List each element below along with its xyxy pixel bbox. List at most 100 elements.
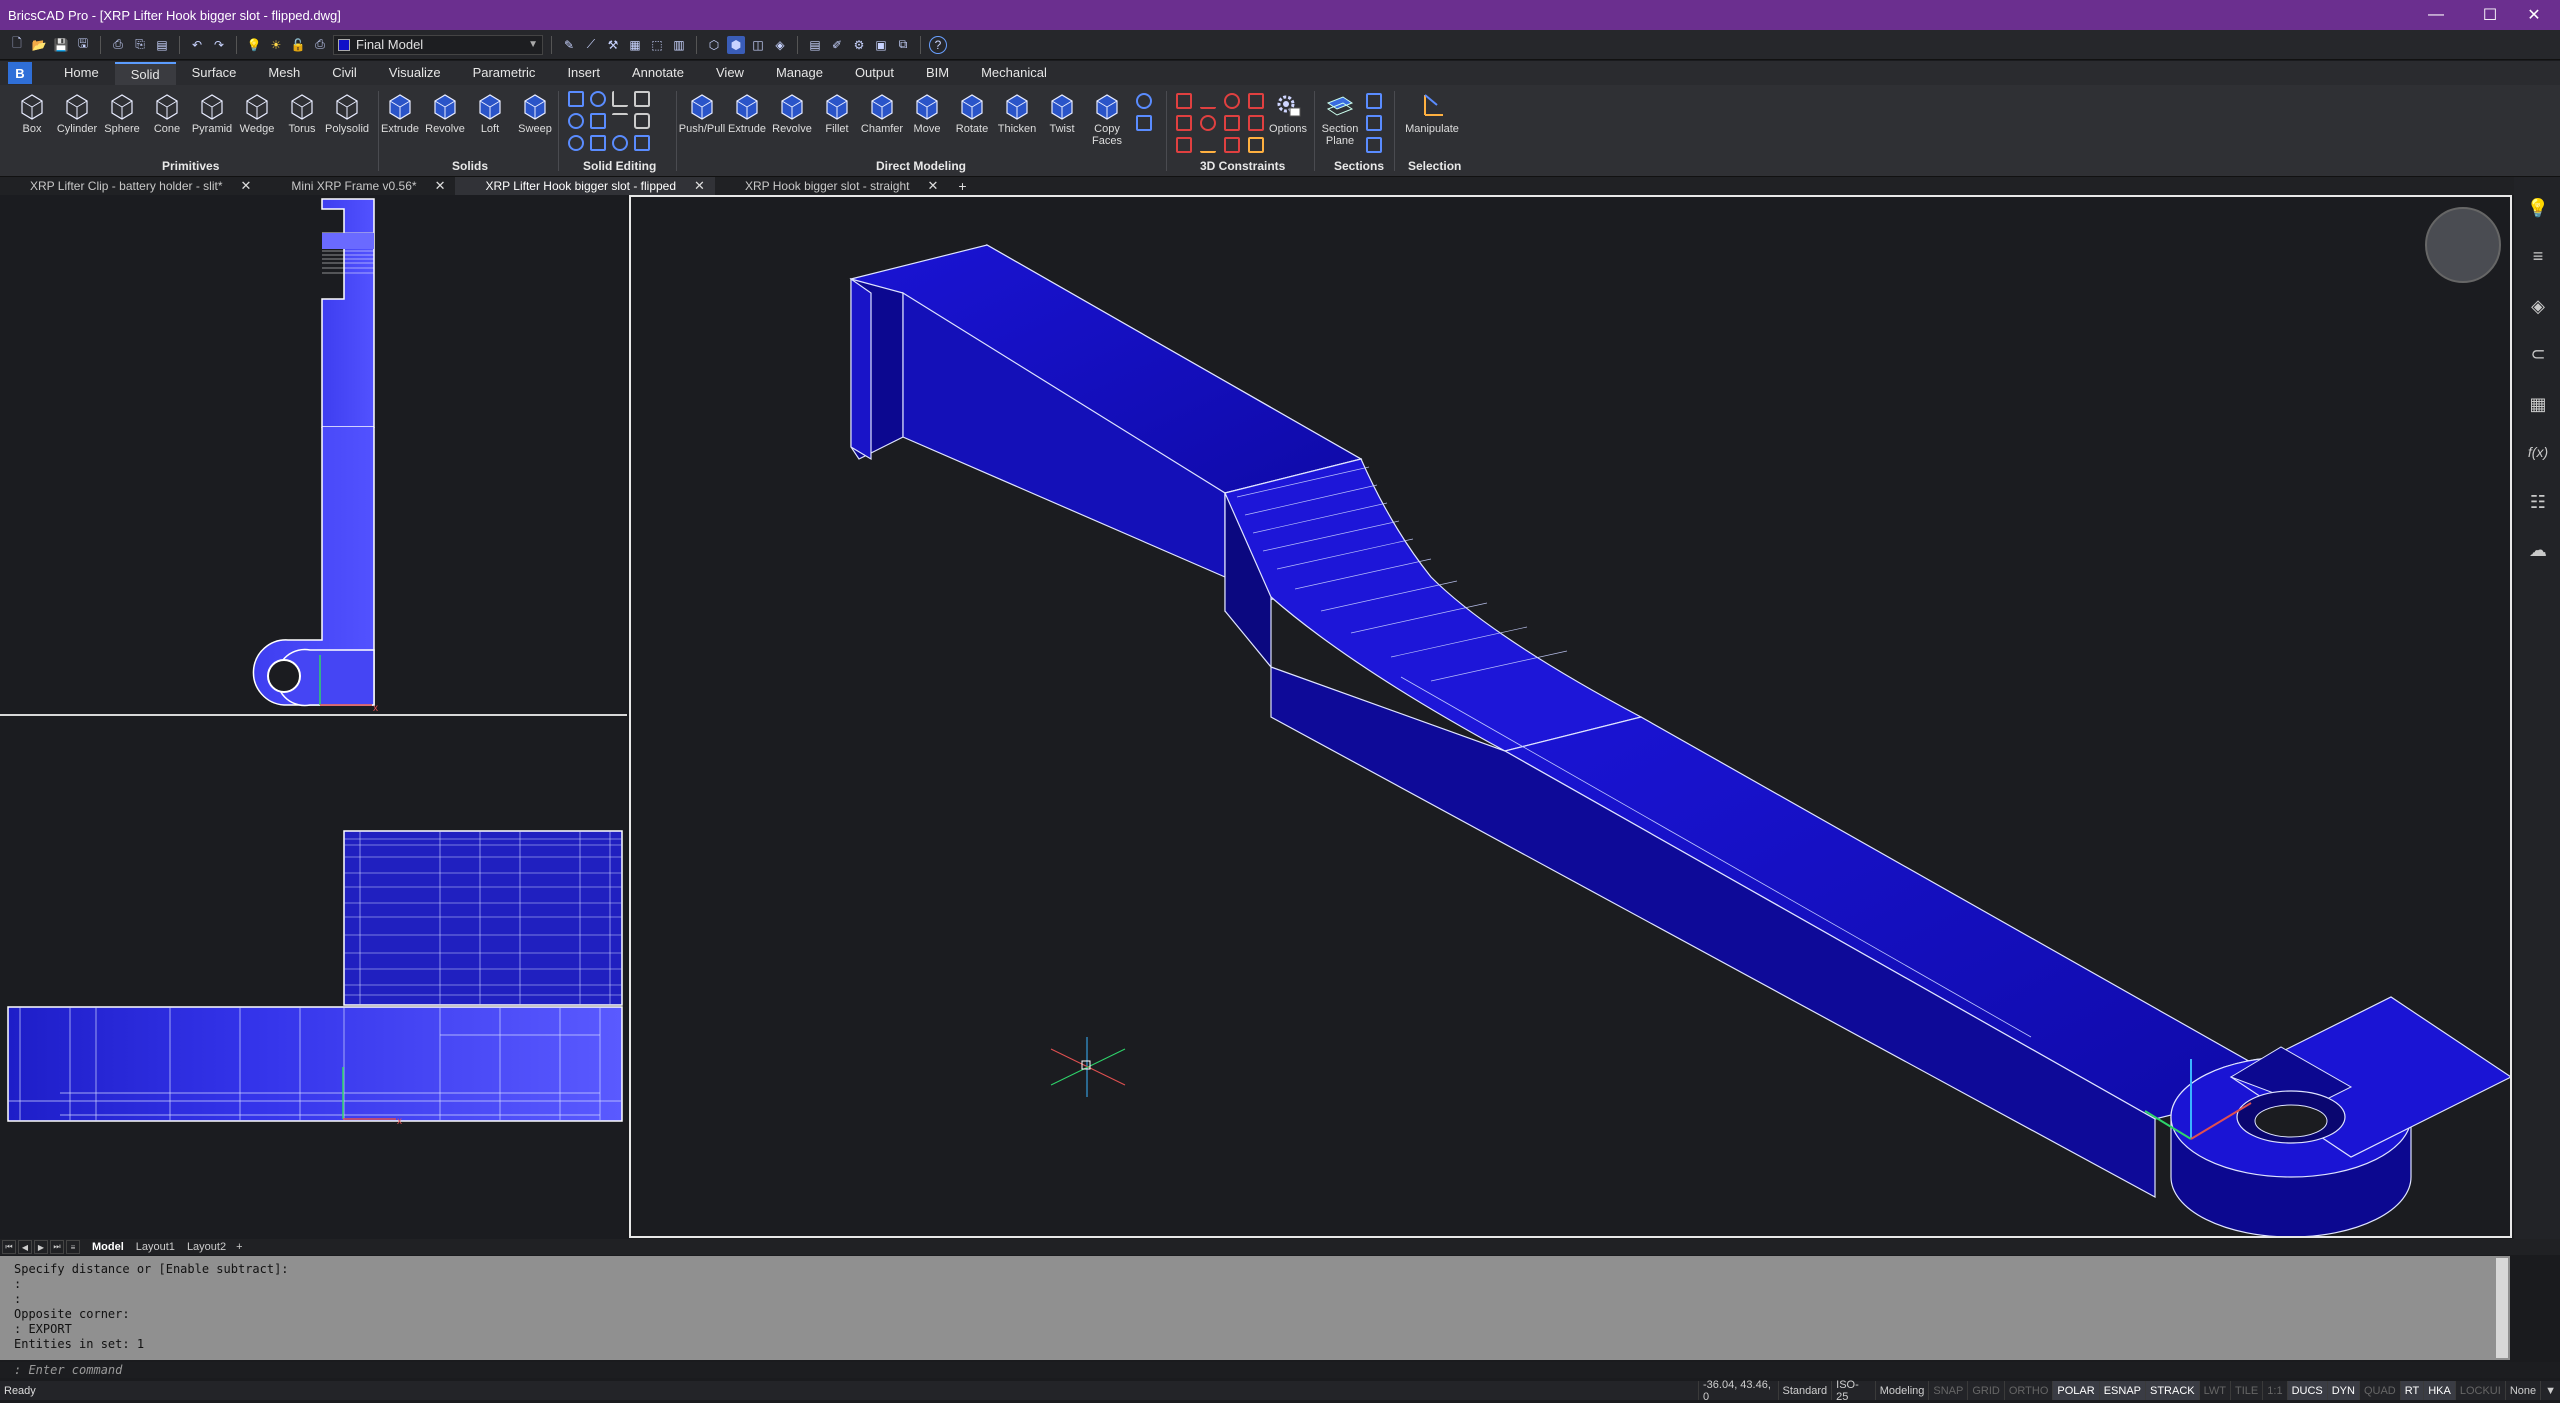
match-properties-icon[interactable]: ✎	[560, 36, 578, 54]
prev-layout-button[interactable]: ◀	[18, 1240, 32, 1254]
document-tab[interactable]: XRP Lifter Clip - battery holder - slit*…	[0, 177, 261, 195]
close-tab-icon[interactable]: ✕	[927, 178, 938, 194]
ribbon-tab-output[interactable]: Output	[839, 62, 910, 85]
status-toggle-11[interactable]: 1:1	[2262, 1381, 2286, 1400]
status-toggle-esnap[interactable]: ESNAP	[2098, 1381, 2145, 1400]
dim-style-selector[interactable]: ISO-25	[1831, 1379, 1875, 1403]
layout-tab-model[interactable]: Model	[86, 1241, 130, 1253]
rotate-button[interactable]: Rotate	[950, 91, 994, 135]
layer-on-icon[interactable]: 💡	[245, 36, 263, 54]
ribbon-tab-mesh[interactable]: Mesh	[252, 62, 316, 85]
torus-button[interactable]: Torus	[280, 91, 324, 135]
status-menu-chevron-icon[interactable]: ▼	[2540, 1381, 2560, 1400]
move-button[interactable]: Move	[905, 91, 949, 135]
close-tab-icon[interactable]: ✕	[435, 178, 446, 194]
section-tool-icon[interactable]	[1366, 93, 1382, 109]
open-file-icon[interactable]: 📂	[30, 36, 48, 54]
imprint-icon[interactable]	[590, 135, 606, 151]
attach-icon[interactable]: ⊂	[2527, 343, 2549, 365]
delete-face-icon[interactable]	[1136, 115, 1152, 131]
lock-icon[interactable]: 🔓	[289, 36, 307, 54]
hatch-icon[interactable]: ▦	[2527, 393, 2549, 415]
render-view-icon[interactable]: ◈	[771, 36, 789, 54]
view-navigation-wheel[interactable]	[2425, 207, 2501, 283]
lightbulb-icon[interactable]: 💡	[2527, 197, 2549, 219]
sliders-icon[interactable]: ≡	[2527, 245, 2549, 267]
ribbon-tab-surface[interactable]: Surface	[176, 62, 253, 85]
document-tab[interactable]: Mini XRP Frame v0.56* ✕	[261, 177, 455, 195]
status-toggle-grid[interactable]: GRID	[1967, 1381, 2004, 1400]
visual-style-dropdown[interactable]: Final Model ▼	[333, 34, 543, 55]
section-icon[interactable]	[612, 113, 628, 129]
status-toggle-snap[interactable]: SNAP	[1928, 1381, 1967, 1400]
screen-icon[interactable]: ⧉	[894, 36, 912, 54]
sphere-button[interactable]: Sphere	[100, 91, 144, 135]
ribbon-tab-solid[interactable]: Solid	[114, 61, 176, 85]
push-pull-button[interactable]: Push/Pull	[679, 91, 725, 135]
ribbon-tab-manage[interactable]: Manage	[760, 62, 839, 85]
wedge-button[interactable]: Wedge	[235, 91, 279, 135]
status-toggle-ducs[interactable]: DUCS	[2286, 1381, 2327, 1400]
application-menu-button[interactable]: B	[8, 62, 32, 84]
offset-face-icon[interactable]	[1136, 93, 1152, 109]
layout-tab-layout2[interactable]: Layout2	[181, 1241, 232, 1253]
close-window-button[interactable]: ✕	[2506, 0, 2560, 30]
clean-icon[interactable]	[612, 135, 628, 151]
status-toggle-polar[interactable]: POLAR	[2052, 1381, 2099, 1400]
save-as-icon[interactable]: 🖫	[74, 36, 92, 54]
fix-constraint-icon[interactable]	[1176, 93, 1192, 109]
pyramid-button[interactable]: Pyramid	[190, 91, 234, 135]
extrude-button[interactable]: Extrude	[378, 91, 422, 135]
radius-constraint-icon[interactable]	[1200, 137, 1216, 153]
viewport-divider[interactable]	[0, 714, 627, 716]
parallel-constraint-icon[interactable]	[1248, 93, 1264, 109]
wireframe-view-icon[interactable]: ◫	[749, 36, 767, 54]
options-button[interactable]: Options	[1266, 91, 1310, 135]
ribbon-tab-view[interactable]: View	[700, 62, 760, 85]
status-toggle-strack[interactable]: STRACK	[2145, 1381, 2199, 1400]
document-tab[interactable]: XRP Lifter Hook bigger slot - flipped ✕	[455, 177, 715, 195]
tangent-constraint-icon[interactable]	[1200, 115, 1216, 131]
new-document-tab-button[interactable]: +	[958, 178, 966, 194]
thicken-button[interactable]: Thicken	[995, 91, 1039, 135]
shell-icon[interactable]	[634, 113, 650, 129]
union-icon[interactable]	[568, 91, 584, 107]
section-tool-3-icon[interactable]	[1366, 137, 1382, 153]
text-style-selector[interactable]: Standard	[1777, 1381, 1832, 1400]
ribbon-tab-insert[interactable]: Insert	[551, 62, 616, 85]
angle-constraint-icon[interactable]	[1176, 137, 1192, 153]
status-toggle-ortho[interactable]: ORTHO	[2003, 1381, 2053, 1400]
fx-icon[interactable]: f(x)	[2527, 441, 2549, 463]
sweep-button[interactable]: Sweep	[513, 91, 557, 135]
properties-icon[interactable]: ▤	[806, 36, 824, 54]
viewport-top[interactable]: x	[0, 717, 627, 1239]
print-preview-icon[interactable]: ⎘	[131, 36, 149, 54]
new-file-icon[interactable]: 🗋	[8, 36, 26, 54]
interfere-icon[interactable]	[590, 113, 606, 129]
status-toggle-dyn[interactable]: DYN	[2326, 1381, 2359, 1400]
status-toggle-hka[interactable]: HKA	[2423, 1381, 2455, 1400]
viewport-front[interactable]: x	[0, 195, 627, 715]
cylinder-button[interactable]: Cylinder	[55, 91, 99, 135]
ribbon-tab-civil[interactable]: Civil	[316, 62, 373, 85]
status-toggle-tile[interactable]: TILE	[2230, 1381, 2262, 1400]
table-icon[interactable]: ▥	[670, 36, 688, 54]
section-tool-2-icon[interactable]	[1366, 115, 1382, 131]
redo-icon[interactable]: ↷	[210, 36, 228, 54]
block-icon[interactable]: ▦	[626, 36, 644, 54]
separate-icon[interactable]	[568, 135, 584, 151]
subtract-icon[interactable]	[590, 91, 606, 107]
undo-icon[interactable]: ↶	[188, 36, 206, 54]
intersect-icon[interactable]	[568, 113, 584, 129]
ribbon-tab-annotate[interactable]: Annotate	[616, 62, 700, 85]
coincident-constraint-icon[interactable]	[1200, 93, 1216, 109]
workspace-selector[interactable]: Modeling	[1874, 1381, 1929, 1400]
close-tab-icon[interactable]: ✕	[694, 178, 705, 194]
print-icon[interactable]: ⎙	[109, 36, 127, 54]
add-layout-button[interactable]: +	[236, 1241, 242, 1253]
calculator-icon[interactable]: ▣	[872, 36, 890, 54]
none-selector[interactable]: None	[2504, 1381, 2540, 1400]
plot-layer-icon[interactable]: ⎙	[311, 36, 329, 54]
command-scrollbar[interactable]	[2496, 1258, 2508, 1358]
status-toggle-quad[interactable]: QUAD	[2358, 1381, 2400, 1400]
